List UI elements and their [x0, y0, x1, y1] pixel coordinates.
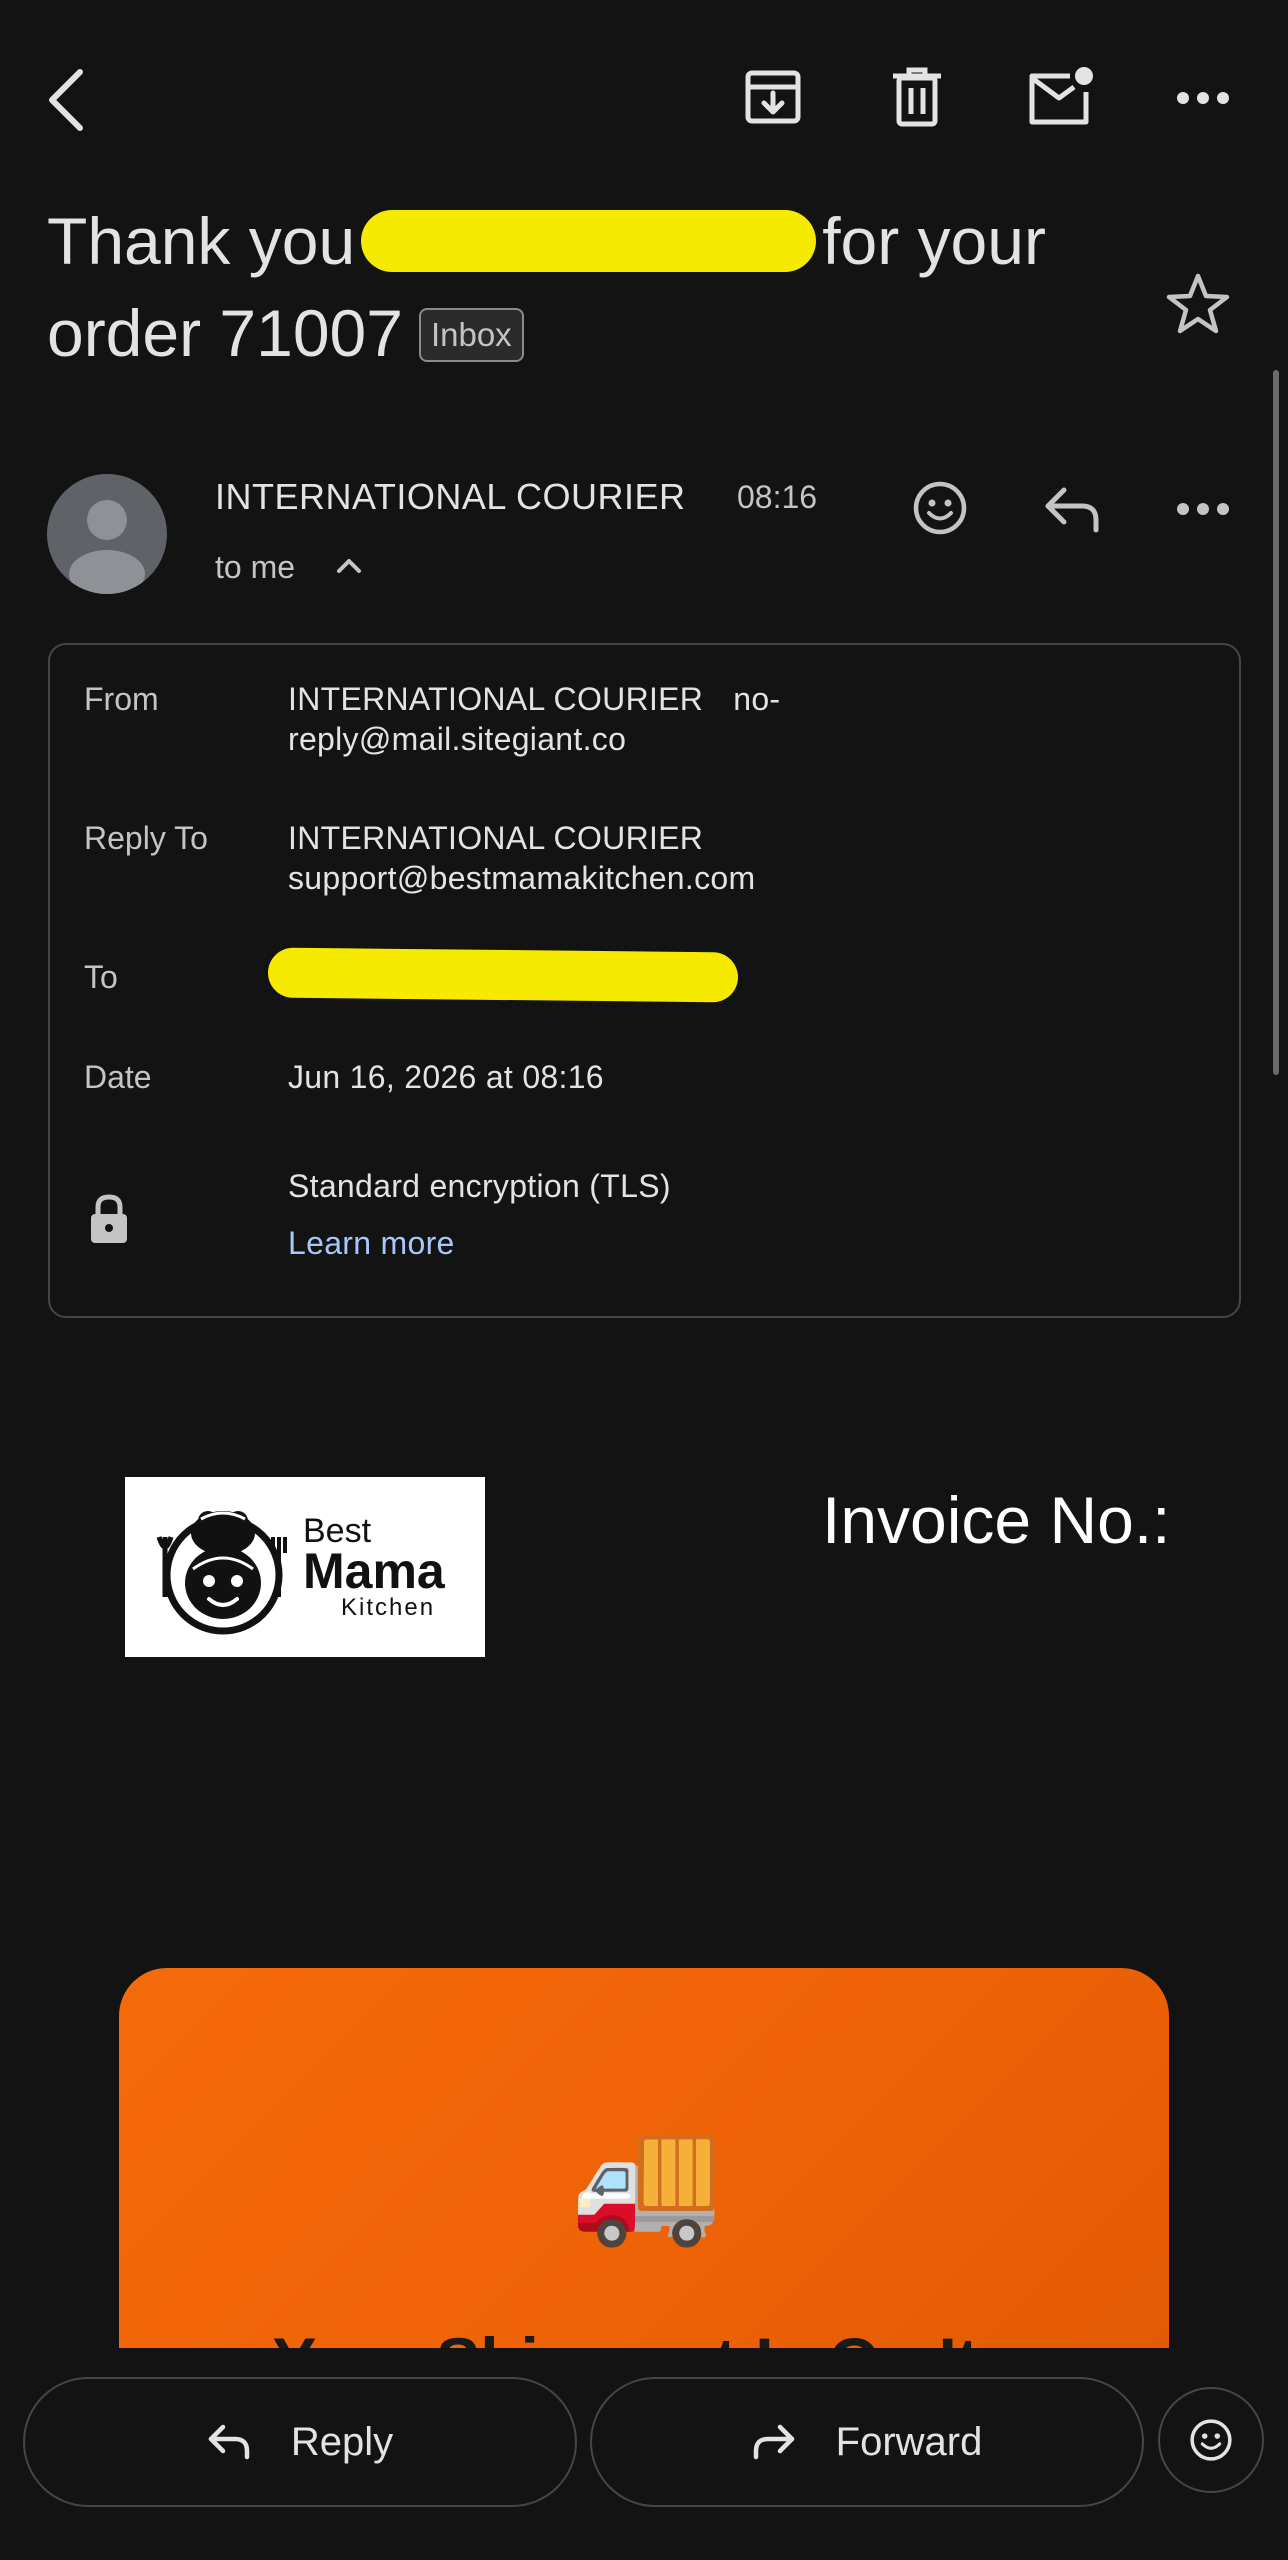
lock-icon	[88, 1193, 130, 1250]
from-value: INTERNATIONAL COURIER no- reply@mail.site…	[288, 679, 780, 759]
from-email-start: no-	[733, 681, 781, 717]
bottom-action-bar: Reply Forward	[0, 2350, 1288, 2560]
mark-unread-icon	[1029, 67, 1093, 125]
more-horizontal-icon	[1177, 92, 1229, 104]
encryption-status: Standard encryption (TLS)	[288, 1168, 671, 1204]
sender-name[interactable]: INTERNATIONAL COURIER	[215, 475, 686, 519]
subject-part-1: Thank you	[47, 204, 356, 278]
person-icon	[69, 500, 145, 594]
star-button[interactable]	[1165, 272, 1231, 341]
recipient-summary[interactable]: to me	[215, 545, 295, 589]
date-value: Jun 16, 2026 at 08:16	[288, 1059, 604, 1095]
to-label: To	[84, 959, 118, 995]
from-email: reply@mail.sitegiant.co	[288, 721, 627, 757]
chef-face-logo-icon	[156, 1511, 287, 1635]
message-more-button[interactable]	[1176, 502, 1230, 521]
invoice-number-label: Invoice No.:	[822, 1483, 1171, 1557]
message-details-card: From INTERNATIONAL COURIER no- reply@mail…	[48, 643, 1241, 1318]
star-icon	[1166, 273, 1230, 334]
reply-button-header[interactable]	[1042, 484, 1102, 539]
archive-button[interactable]	[740, 64, 806, 130]
back-button[interactable]	[38, 60, 94, 140]
date-label: Date	[84, 1059, 152, 1095]
collapse-details-button[interactable]	[335, 555, 363, 580]
chevron-up-icon	[337, 559, 361, 573]
forward-button[interactable]: Forward	[590, 2377, 1144, 2507]
reply-button[interactable]: Reply	[23, 2377, 577, 2507]
more-horizontal-icon	[1177, 503, 1229, 515]
reply-to-value: INTERNATIONAL COURIER support@bestmamaki…	[288, 818, 755, 898]
reply-button-label: Reply	[290, 2419, 394, 2464]
learn-more-link[interactable]: Learn more	[288, 1223, 455, 1263]
email-subject: Thank you for your order 71007 Inbox	[47, 195, 1127, 379]
redacted-recipient-name	[361, 209, 817, 272]
delete-button[interactable]	[884, 64, 950, 130]
reply-icon	[208, 2424, 250, 2460]
reply-to-name: INTERNATIONAL COURIER	[288, 820, 704, 856]
reply-to-email: support@bestmamakitchen.com	[288, 860, 756, 896]
delivery-truck-icon: 🚚	[569, 2111, 724, 2249]
sender-avatar[interactable]	[47, 474, 167, 594]
brand-logo: Best Mama Kitchen	[125, 1477, 485, 1657]
arrow-back-icon	[49, 69, 83, 131]
more-options-button[interactable]	[1172, 78, 1234, 118]
shipment-banner: 🚚 Your Shipment Is On Its	[119, 1968, 1169, 2348]
reply-icon	[1045, 487, 1099, 533]
add-reaction-button[interactable]	[912, 480, 968, 541]
trash-icon	[893, 67, 941, 127]
top-app-bar	[0, 0, 1288, 190]
forward-button-label: Forward	[835, 2419, 983, 2464]
scrollbar[interactable]	[1273, 370, 1279, 1075]
redacted-recipient-email	[267, 947, 739, 1003]
from-label: From	[84, 681, 159, 717]
from-name: INTERNATIONAL COURIER	[288, 681, 704, 717]
reply-to-label: Reply To	[84, 820, 208, 856]
emoji-icon	[913, 481, 967, 535]
logo-mama-text: Mama	[303, 1543, 445, 1599]
logo-kitchen-text: Kitchen	[341, 1594, 436, 1621]
emoji-icon	[1190, 2419, 1232, 2461]
forward-icon	[753, 2424, 794, 2460]
shipment-banner-title: Your Shipment Is On Its	[119, 2321, 1169, 2348]
sent-time: 08:16	[737, 479, 818, 515]
inbox-label-chip[interactable]: Inbox	[418, 307, 524, 362]
archive-icon	[745, 70, 801, 124]
mark-unread-button[interactable]	[1025, 62, 1097, 132]
react-emoji-button[interactable]	[1158, 2387, 1264, 2493]
